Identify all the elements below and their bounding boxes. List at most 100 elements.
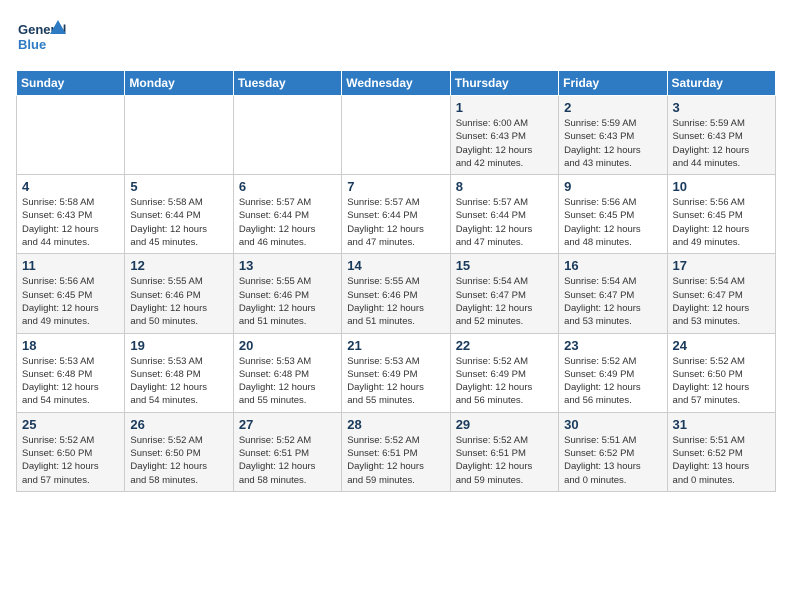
svg-text:Blue: Blue [18, 37, 46, 52]
day-info: Sunrise: 5:54 AM Sunset: 6:47 PM Dayligh… [456, 275, 553, 328]
calendar-header: SundayMondayTuesdayWednesdayThursdayFrid… [17, 71, 776, 96]
day-number: 4 [22, 179, 119, 194]
calendar-cell: 24Sunrise: 5:52 AM Sunset: 6:50 PM Dayli… [667, 333, 775, 412]
calendar-cell: 11 Sunrise: 5:56 AM Sunset: 6:45 PM Dayli… [17, 254, 125, 333]
calendar-cell: 7Sunrise: 5:57 AM Sunset: 6:44 PM Daylig… [342, 175, 450, 254]
calendar-cell [125, 96, 233, 175]
weekday-header-friday: Friday [559, 71, 667, 96]
calendar-cell: 31 Sunrise: 5:51 AM Sunset: 6:52 PM Dayli… [667, 412, 775, 491]
calendar-cell [233, 96, 341, 175]
day-number: 31 [673, 417, 770, 432]
weekday-header-saturday: Saturday [667, 71, 775, 96]
day-number: 19 [130, 338, 227, 353]
calendar-cell: 26 Sunrise: 5:52 AM Sunset: 6:50 PM Dayli… [125, 412, 233, 491]
calendar-week-2: 4 Sunrise: 5:58 AM Sunset: 6:43 PM Daylig… [17, 175, 776, 254]
day-number: 23 [564, 338, 661, 353]
day-info: Sunrise: 5:52 AM Sunset: 6:51 PM Dayligh… [239, 434, 336, 487]
weekday-header-wednesday: Wednesday [342, 71, 450, 96]
calendar-cell: 18 Sunrise: 5:53 AM Sunset: 6:48 PM Dayli… [17, 333, 125, 412]
day-info: Sunrise: 5:57 AM Sunset: 6:44 PM Dayligh… [239, 196, 336, 249]
weekday-header-monday: Monday [125, 71, 233, 96]
day-info: Sunrise: 5:55 AM Sunset: 6:46 PM Dayligh… [130, 275, 227, 328]
calendar-cell: 4 Sunrise: 5:58 AM Sunset: 6:43 PM Daylig… [17, 175, 125, 254]
calendar-cell: 19 Sunrise: 5:53 AM Sunset: 6:48 PM Dayli… [125, 333, 233, 412]
day-info: Sunrise: 5:53 AM Sunset: 6:49 PM Dayligh… [347, 355, 444, 408]
day-info: Sunrise: 6:00 AM Sunset: 6:43 PM Dayligh… [456, 117, 553, 170]
day-number: 27 [239, 417, 336, 432]
day-info: Sunrise: 5:52 AM Sunset: 6:50 PM Dayligh… [673, 355, 770, 408]
day-info: Sunrise: 5:54 AM Sunset: 6:47 PM Dayligh… [564, 275, 661, 328]
logo: General Blue [16, 16, 66, 60]
day-number: 10 [673, 179, 770, 194]
calendar-cell: 16 Sunrise: 5:54 AM Sunset: 6:47 PM Dayli… [559, 254, 667, 333]
day-number: 20 [239, 338, 336, 353]
calendar-cell: 6 Sunrise: 5:57 AM Sunset: 6:44 PM Daylig… [233, 175, 341, 254]
day-number: 26 [130, 417, 227, 432]
day-info: Sunrise: 5:51 AM Sunset: 6:52 PM Dayligh… [673, 434, 770, 487]
weekday-header-thursday: Thursday [450, 71, 558, 96]
calendar-cell: 17Sunrise: 5:54 AM Sunset: 6:47 PM Dayli… [667, 254, 775, 333]
day-info: Sunrise: 5:59 AM Sunset: 6:43 PM Dayligh… [564, 117, 661, 170]
calendar-body: 1 Sunrise: 6:00 AM Sunset: 6:43 PM Daylig… [17, 96, 776, 492]
day-number: 3 [673, 100, 770, 115]
day-info: Sunrise: 5:56 AM Sunset: 6:45 PM Dayligh… [564, 196, 661, 249]
day-info: Sunrise: 5:57 AM Sunset: 6:44 PM Dayligh… [456, 196, 553, 249]
calendar-cell: 20 Sunrise: 5:53 AM Sunset: 6:48 PM Dayli… [233, 333, 341, 412]
day-info: Sunrise: 5:58 AM Sunset: 6:44 PM Dayligh… [130, 196, 227, 249]
day-number: 25 [22, 417, 119, 432]
day-info: Sunrise: 5:52 AM Sunset: 6:51 PM Dayligh… [347, 434, 444, 487]
calendar-cell: 8 Sunrise: 5:57 AM Sunset: 6:44 PM Daylig… [450, 175, 558, 254]
calendar-week-1: 1 Sunrise: 6:00 AM Sunset: 6:43 PM Daylig… [17, 96, 776, 175]
day-number: 18 [22, 338, 119, 353]
day-number: 13 [239, 258, 336, 273]
calendar-cell: 14Sunrise: 5:55 AM Sunset: 6:46 PM Dayli… [342, 254, 450, 333]
day-info: Sunrise: 5:58 AM Sunset: 6:43 PM Dayligh… [22, 196, 119, 249]
day-info: Sunrise: 5:52 AM Sunset: 6:50 PM Dayligh… [130, 434, 227, 487]
calendar-cell: 1 Sunrise: 6:00 AM Sunset: 6:43 PM Daylig… [450, 96, 558, 175]
day-info: Sunrise: 5:53 AM Sunset: 6:48 PM Dayligh… [239, 355, 336, 408]
calendar-cell: 3 Sunrise: 5:59 AM Sunset: 6:43 PM Daylig… [667, 96, 775, 175]
calendar-table: SundayMondayTuesdayWednesdayThursdayFrid… [16, 70, 776, 492]
calendar-cell: 12 Sunrise: 5:55 AM Sunset: 6:46 PM Dayli… [125, 254, 233, 333]
day-number: 11 [22, 258, 119, 273]
calendar-cell [342, 96, 450, 175]
calendar-cell: 27 Sunrise: 5:52 AM Sunset: 6:51 PM Dayli… [233, 412, 341, 491]
page-header: General Blue [16, 16, 776, 60]
day-number: 28 [347, 417, 444, 432]
day-number: 2 [564, 100, 661, 115]
calendar-cell: 28 Sunrise: 5:52 AM Sunset: 6:51 PM Dayli… [342, 412, 450, 491]
day-number: 29 [456, 417, 553, 432]
calendar-cell: 13 Sunrise: 5:55 AM Sunset: 6:46 PM Dayli… [233, 254, 341, 333]
day-info: Sunrise: 5:51 AM Sunset: 6:52 PM Dayligh… [564, 434, 661, 487]
calendar-cell: 30Sunrise: 5:51 AM Sunset: 6:52 PM Dayli… [559, 412, 667, 491]
calendar-cell: 9Sunrise: 5:56 AM Sunset: 6:45 PM Daylig… [559, 175, 667, 254]
day-number: 1 [456, 100, 553, 115]
calendar-cell [17, 96, 125, 175]
day-info: Sunrise: 5:53 AM Sunset: 6:48 PM Dayligh… [22, 355, 119, 408]
day-number: 8 [456, 179, 553, 194]
day-number: 15 [456, 258, 553, 273]
calendar-week-4: 18 Sunrise: 5:53 AM Sunset: 6:48 PM Dayli… [17, 333, 776, 412]
day-number: 22 [456, 338, 553, 353]
day-info: Sunrise: 5:56 AM Sunset: 6:45 PM Dayligh… [673, 196, 770, 249]
calendar-cell: 22Sunrise: 5:52 AM Sunset: 6:49 PM Dayli… [450, 333, 558, 412]
day-info: Sunrise: 5:53 AM Sunset: 6:48 PM Dayligh… [130, 355, 227, 408]
day-number: 16 [564, 258, 661, 273]
day-info: Sunrise: 5:56 AM Sunset: 6:45 PM Dayligh… [22, 275, 119, 328]
day-info: Sunrise: 5:52 AM Sunset: 6:50 PM Dayligh… [22, 434, 119, 487]
day-number: 12 [130, 258, 227, 273]
weekday-header-sunday: Sunday [17, 71, 125, 96]
calendar-cell: 5Sunrise: 5:58 AM Sunset: 6:44 PM Daylig… [125, 175, 233, 254]
day-info: Sunrise: 5:55 AM Sunset: 6:46 PM Dayligh… [239, 275, 336, 328]
calendar-cell: 15 Sunrise: 5:54 AM Sunset: 6:47 PM Dayli… [450, 254, 558, 333]
calendar-week-5: 25 Sunrise: 5:52 AM Sunset: 6:50 PM Dayli… [17, 412, 776, 491]
day-number: 6 [239, 179, 336, 194]
calendar-cell: 25 Sunrise: 5:52 AM Sunset: 6:50 PM Dayli… [17, 412, 125, 491]
day-info: Sunrise: 5:57 AM Sunset: 6:44 PM Dayligh… [347, 196, 444, 249]
logo-svg: General Blue [16, 16, 66, 60]
calendar-cell: 29Sunrise: 5:52 AM Sunset: 6:51 PM Dayli… [450, 412, 558, 491]
calendar-week-3: 11 Sunrise: 5:56 AM Sunset: 6:45 PM Dayli… [17, 254, 776, 333]
day-number: 17 [673, 258, 770, 273]
day-info: Sunrise: 5:59 AM Sunset: 6:43 PM Dayligh… [673, 117, 770, 170]
day-info: Sunrise: 5:52 AM Sunset: 6:49 PM Dayligh… [564, 355, 661, 408]
